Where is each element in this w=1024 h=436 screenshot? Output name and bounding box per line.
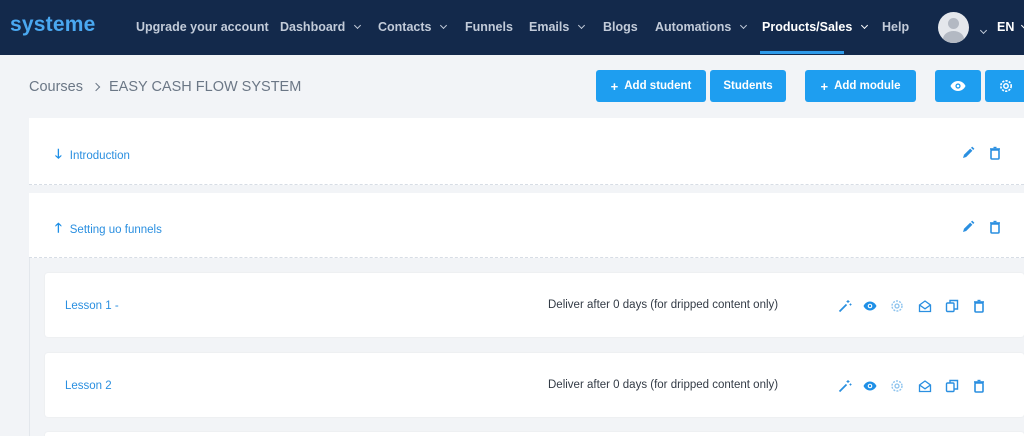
chevron-down-icon bbox=[861, 21, 869, 30]
chevron-right-icon bbox=[91, 82, 101, 92]
settings-icon[interactable] bbox=[890, 299, 904, 313]
magic-wand-icon[interactable] bbox=[838, 299, 852, 313]
plus-icon: + bbox=[610, 78, 619, 94]
trash-icon[interactable] bbox=[972, 299, 986, 313]
deliver-text: Deliver after 0 days (for dripped conten… bbox=[548, 299, 779, 311]
top-navbar: systeme Upgrade your account Dashboard C… bbox=[0, 0, 1024, 55]
settings-icon[interactable] bbox=[890, 379, 904, 393]
module-row: 🡑 Setting uo funnels bbox=[29, 193, 1024, 258]
module-title[interactable]: 🡑 Setting uo funnels bbox=[55, 219, 162, 241]
preview-button[interactable] bbox=[935, 70, 981, 102]
chevron-down-icon bbox=[440, 21, 448, 30]
nav-upgrade-account[interactable]: Upgrade your account bbox=[136, 20, 269, 34]
nav-funnels[interactable]: Funnels bbox=[465, 20, 513, 34]
pencil-icon[interactable] bbox=[961, 146, 975, 160]
nav-dashboard[interactable]: Dashboard bbox=[280, 20, 362, 34]
module-title[interactable]: 🡓 Introduction bbox=[55, 145, 130, 167]
breadcrumb: Courses EASY CASH FLOW SYSTEM bbox=[29, 79, 301, 95]
breadcrumb-courses[interactable]: Courses bbox=[29, 79, 83, 95]
settings-icon bbox=[1000, 80, 1012, 92]
language-selector[interactable]: EN bbox=[997, 20, 1024, 34]
nav-help[interactable]: Help bbox=[882, 20, 909, 34]
pencil-icon[interactable] bbox=[961, 220, 975, 234]
settings-button[interactable] bbox=[985, 70, 1024, 102]
email-icon[interactable] bbox=[918, 379, 932, 393]
lesson-row: Lesson 1 - Deliver after 0 days (for dri… bbox=[45, 273, 1024, 337]
students-button[interactable]: Students bbox=[710, 70, 786, 102]
nav-contacts[interactable]: Contacts bbox=[378, 20, 448, 34]
nav-products-sales[interactable]: Products/Sales bbox=[762, 20, 869, 34]
arrow-up-icon[interactable]: 🡑 bbox=[55, 219, 62, 241]
email-icon[interactable] bbox=[918, 299, 932, 313]
lesson-title[interactable]: Lesson 1 - bbox=[65, 300, 119, 312]
lesson-row: Lesson 2 Deliver after 0 days (for dripp… bbox=[45, 353, 1024, 417]
avatar[interactable] bbox=[938, 12, 969, 43]
chevron-down-icon bbox=[578, 21, 586, 30]
module-row: 🡓 Introduction bbox=[29, 118, 1024, 185]
lesson-title[interactable]: Lesson 2 bbox=[65, 380, 112, 392]
arrow-down-icon[interactable]: 🡓 bbox=[55, 145, 62, 167]
chevron-down-icon bbox=[740, 21, 748, 30]
breadcrumb-current: EASY CASH FLOW SYSTEM bbox=[109, 79, 302, 95]
nav-automations[interactable]: Automations bbox=[655, 20, 748, 34]
nav-emails[interactable]: Emails bbox=[529, 20, 586, 34]
add-student-button[interactable]: + Add student bbox=[596, 70, 706, 102]
eye-icon bbox=[950, 81, 966, 91]
eye-icon[interactable] bbox=[863, 379, 877, 393]
chevron-down-icon bbox=[354, 21, 362, 30]
add-module-button[interactable]: + Add module bbox=[805, 70, 916, 102]
magic-wand-icon[interactable] bbox=[838, 379, 852, 393]
plus-icon: + bbox=[820, 78, 829, 94]
nav-blogs[interactable]: Blogs bbox=[603, 20, 638, 34]
trash-icon[interactable] bbox=[988, 220, 1002, 234]
copy-icon[interactable] bbox=[945, 379, 959, 393]
lesson-row bbox=[45, 432, 1024, 436]
eye-icon[interactable] bbox=[863, 299, 877, 313]
active-nav-indicator bbox=[760, 51, 844, 54]
chevron-down-icon[interactable] bbox=[977, 20, 988, 38]
logo[interactable]: systeme bbox=[10, 13, 95, 37]
trash-icon[interactable] bbox=[972, 379, 986, 393]
deliver-text: Deliver after 0 days (for dripped conten… bbox=[548, 379, 779, 391]
copy-icon[interactable] bbox=[945, 299, 959, 313]
trash-icon[interactable] bbox=[988, 146, 1002, 160]
